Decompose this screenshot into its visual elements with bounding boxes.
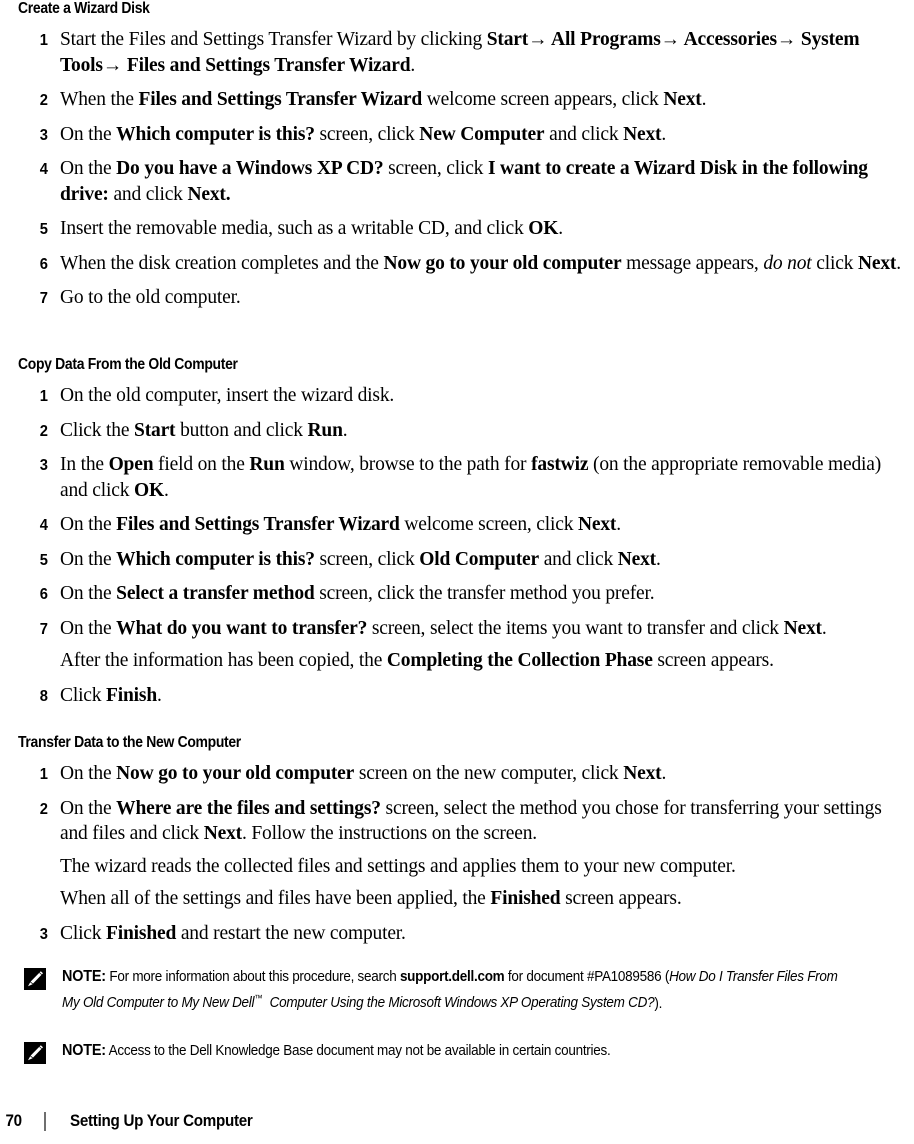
- section-create-a-wizard-disk: Create a Wizard Disk 1 Start the Files a…: [0, 0, 914, 311]
- step-list: 1 On the Now go to your old computer scr…: [0, 761, 914, 946]
- step-subtext: The wizard reads the collected files and…: [60, 855, 736, 877]
- step-number: 1: [39, 32, 48, 49]
- step-item: 6 On the Select a transfer method screen…: [0, 581, 914, 607]
- step-number: 7: [39, 290, 48, 307]
- step-number: 5: [39, 551, 48, 569]
- step-text: On the Select a transfer method screen, …: [60, 583, 655, 604]
- step-text: Insert the removable media, such as a wr…: [60, 218, 563, 239]
- step-text: On the Which computer is this? screen, c…: [60, 123, 667, 145]
- step-item: 8 Click Finish.: [0, 683, 914, 709]
- step-number: 2: [39, 800, 48, 818]
- step-item: 3 In the Open field on the Run window, b…: [0, 452, 914, 503]
- note-callout: NOTE: For more information about this pr…: [0, 966, 914, 1015]
- step-text: Click Finish.: [60, 684, 162, 706]
- step-text: On the Do you have a Windows XP CD? scre…: [60, 158, 868, 205]
- step-text: On the old computer, insert the wizard d…: [60, 385, 395, 406]
- step-item: 3 Click Finished and restart the new com…: [0, 921, 914, 947]
- note-body: NOTE: Access to the Dell Knowledge Base …: [62, 1040, 851, 1063]
- step-subtext: After the information has been copied, t…: [60, 650, 774, 671]
- step-number: 6: [39, 255, 48, 273]
- step-number: 3: [39, 457, 48, 474]
- step-number: 2: [39, 422, 48, 440]
- note-label: NOTE:: [62, 1041, 106, 1059]
- note-callout: NOTE: Access to the Dell Knowledge Base …: [0, 1040, 914, 1064]
- footer-title: Setting Up Your Computer: [69, 1111, 253, 1130]
- step-item: 2 When the Files and Settings Transfer W…: [0, 87, 914, 113]
- step-number: 5: [39, 221, 48, 238]
- step-item: 7 Go to the old computer.: [0, 285, 914, 311]
- note-callouts: NOTE: For more information about this pr…: [0, 966, 914, 1077]
- step-text: On the Where are the files and settings?…: [60, 797, 882, 845]
- step-number: 8: [39, 687, 48, 705]
- step-item: 4 On the Files and Settings Transfer Wiz…: [0, 512, 914, 538]
- section-heading: Transfer Data to the New Computer: [18, 734, 241, 751]
- step-number: 2: [39, 92, 48, 109]
- step-item: 1 On the old computer, insert the wizard…: [0, 383, 914, 409]
- footer-divider: [44, 1111, 46, 1131]
- note-text: Access to the Dell Knowledge Base docume…: [108, 1042, 611, 1059]
- step-item: 3 On the Which computer is this? screen,…: [0, 122, 914, 148]
- section-transfer-data-to-the-new-computer: Transfer Data to the New Computer 1 On t…: [0, 734, 914, 946]
- step-number: 1: [39, 766, 48, 783]
- page-number: 70: [5, 1111, 23, 1130]
- step-number: 6: [39, 586, 48, 603]
- page-footer: 70 Setting Up Your Computer: [0, 1108, 914, 1134]
- step-item: 1 Start the Files and Settings Transfer …: [0, 27, 914, 78]
- step-subtext: When all of the settings and files have …: [60, 888, 682, 909]
- step-text: Click Finished and restart the new compu…: [60, 922, 406, 944]
- note-label: NOTE:: [62, 968, 106, 985]
- step-number: 7: [39, 620, 48, 638]
- step-text: On the Files and Settings Transfer Wizar…: [60, 514, 621, 535]
- step-text: On the Now go to your old computer scree…: [60, 763, 667, 784]
- step-number: 1: [39, 388, 48, 405]
- step-text: When the Files and Settings Transfer Wiz…: [60, 89, 707, 110]
- step-item: 2 Click the Start button and click Run.: [0, 418, 914, 444]
- step-item: 6 When the disk creation completes and t…: [0, 251, 914, 277]
- step-text: Go to the old computer.: [60, 287, 241, 308]
- pencil-note-icon: [24, 1041, 46, 1064]
- step-number: 3: [39, 925, 48, 943]
- section-copy-data-from-the-old-computer: Copy Data From the Old Computer 1 On the…: [0, 356, 914, 708]
- note-body: NOTE: For more information about this pr…: [62, 968, 838, 1012]
- step-text: In the Open field on the Run window, bro…: [60, 454, 882, 501]
- pencil-note-icon: [24, 968, 46, 990]
- step-text: On the Which computer is this? screen, c…: [60, 548, 661, 570]
- step-item: 1 On the Now go to your old computer scr…: [0, 761, 914, 787]
- step-text: On the What do you want to transfer? scr…: [60, 617, 827, 639]
- document-page: Create a Wizard Disk 1 Start the Files a…: [0, 0, 914, 1144]
- step-text: Start the Files and Settings Transfer Wi…: [60, 29, 860, 76]
- step-item: 7 On the What do you want to transfer? s…: [0, 616, 914, 674]
- step-list: 1 Start the Files and Settings Transfer …: [0, 27, 914, 311]
- step-item: 5 On the Which computer is this? screen,…: [0, 547, 914, 573]
- section-heading: Create a Wizard Disk: [18, 0, 150, 17]
- step-item: 5 Insert the removable media, such as a …: [0, 216, 914, 242]
- step-item: 4 On the Do you have a Windows XP CD? sc…: [0, 156, 914, 207]
- step-text: Click the Start button and click Run.: [60, 419, 348, 441]
- step-number: 4: [39, 161, 48, 178]
- step-number: 3: [39, 126, 48, 144]
- step-number: 4: [39, 517, 48, 534]
- step-list: 1 On the old computer, insert the wizard…: [0, 383, 914, 708]
- step-item: 2 On the Where are the files and setting…: [0, 796, 914, 912]
- step-text: When the disk creation completes and the…: [60, 252, 901, 274]
- section-heading: Copy Data From the Old Computer: [18, 356, 238, 373]
